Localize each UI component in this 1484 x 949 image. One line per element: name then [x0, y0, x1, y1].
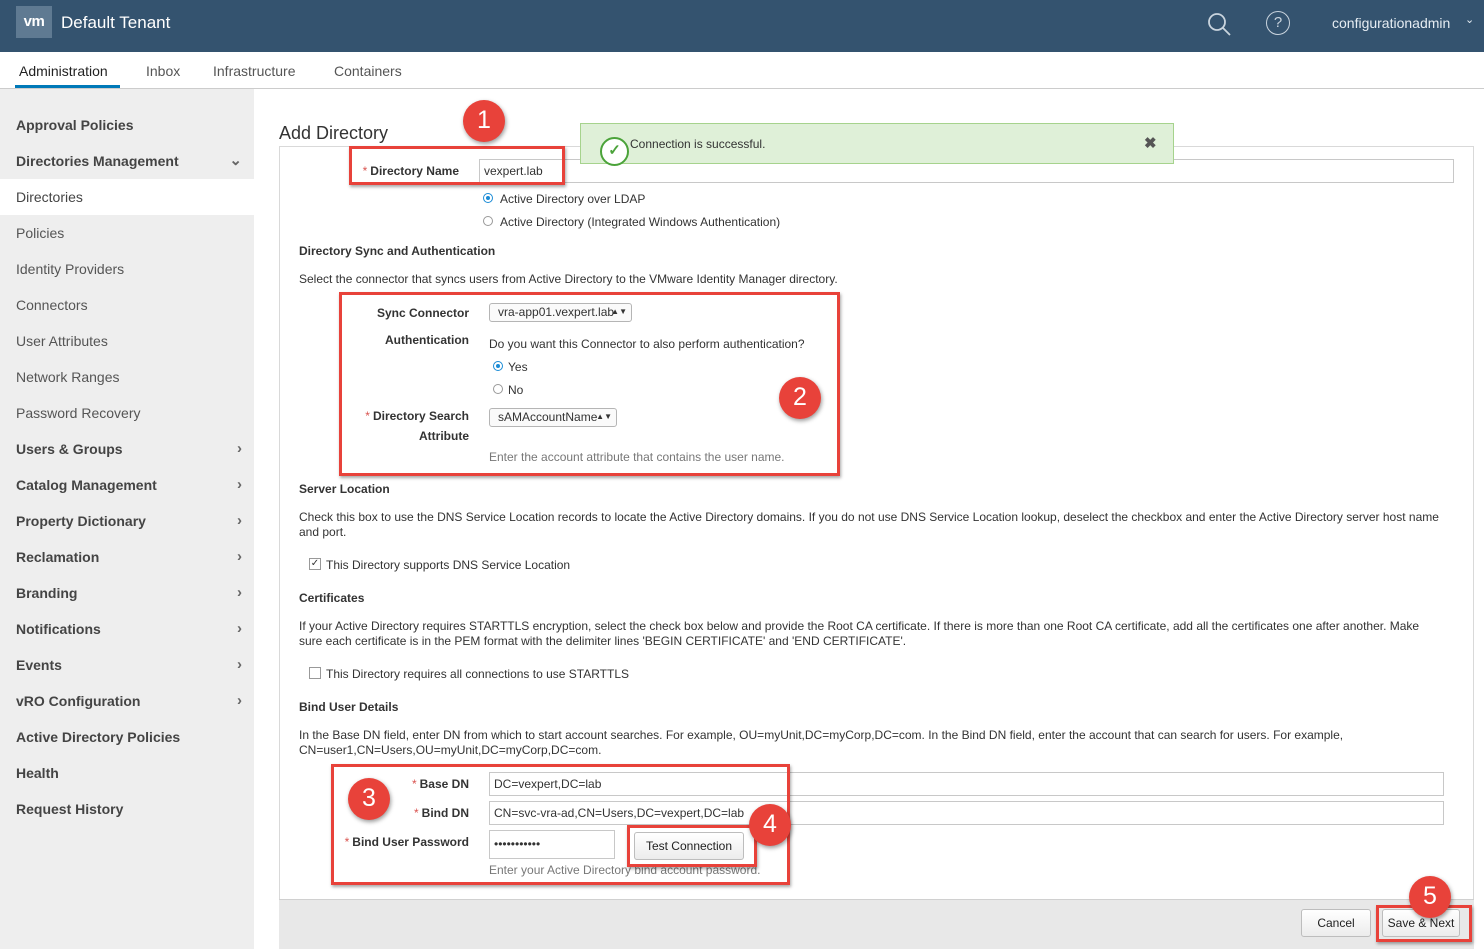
bind-password-input[interactable]: ••••••••••• [489, 830, 615, 859]
radio-ldap[interactable] [483, 193, 493, 203]
chevron-right-icon: › [237, 512, 242, 529]
tenant-name: Default Tenant [61, 13, 171, 32]
radio-auth-no-label: No [508, 383, 524, 397]
certificates-description: If your Active Directory requires STARTT… [299, 619, 1420, 633]
radio-auth-yes-label: Yes [508, 360, 528, 374]
search-icon[interactable] [1206, 11, 1232, 37]
user-menu[interactable]: configurationadmin [1332, 15, 1450, 31]
authentication-label: Authentication [385, 333, 469, 347]
radio-auth-no[interactable] [493, 384, 503, 394]
server-location-description-line2: and port. [299, 525, 347, 539]
help-icon[interactable]: ? [1266, 11, 1290, 35]
bind-password-label: * Bind User Password [344, 835, 469, 849]
page-title: Add Directory [279, 123, 389, 143]
server-location-heading: Server Location [299, 482, 390, 496]
sidebar-item-events[interactable]: Events › [0, 647, 254, 683]
sidebar-item-vro-configuration[interactable]: vRO Configuration › [0, 683, 254, 719]
form-footer [279, 899, 1474, 949]
tab-administration[interactable]: Administration [19, 63, 108, 79]
directory-search-attribute-label-line2: Attribute [419, 429, 469, 443]
sync-section-description: Select the connector that syncs users fr… [299, 272, 838, 286]
chevron-right-icon: › [237, 548, 242, 565]
sync-section-heading: Directory Sync and Authentication [299, 244, 496, 258]
sidebar-item-password-recovery[interactable]: Password Recovery [0, 395, 254, 431]
sidebar-item-approval-policies[interactable]: Approval Policies [0, 107, 254, 143]
radio-ldap-label: Active Directory over LDAP [500, 192, 646, 206]
active-tab-indicator [15, 85, 120, 88]
chevron-down-icon: ⌄ [229, 152, 242, 169]
chevron-right-icon: › [237, 656, 242, 673]
close-icon[interactable]: ✖ [1144, 134, 1157, 152]
sidebar-item-identity-providers[interactable]: Identity Providers [0, 251, 254, 287]
add-directory-form [279, 146, 1474, 948]
sync-connector-select[interactable]: vra-app01.vexpert.lab ▲▼ [489, 303, 632, 322]
chevron-right-icon: › [237, 692, 242, 709]
radio-iwa[interactable] [483, 216, 493, 226]
starttls-checkbox[interactable] [309, 667, 321, 679]
annotation-badge-4: 4 [749, 804, 791, 846]
chevron-down-icon[interactable]: ⌄ [1465, 13, 1474, 26]
cancel-button[interactable]: Cancel [1301, 909, 1371, 937]
sidebar-item-user-attributes[interactable]: User Attributes [0, 323, 254, 359]
sidebar-item-health[interactable]: Health [0, 755, 254, 791]
annotation-badge-1: 1 [463, 100, 505, 142]
select-arrows-icon: ▲▼ [596, 412, 612, 421]
starttls-label: This Directory requires all connections … [326, 667, 630, 681]
vmware-logo: vm [16, 6, 52, 38]
auth-question: Do you want this Connector to also perfo… [489, 337, 805, 351]
dns-service-location-checkbox[interactable]: ✓ [309, 558, 321, 570]
sidebar-item-reclamation[interactable]: Reclamation › [0, 539, 254, 575]
tab-containers[interactable]: Containers [334, 63, 402, 79]
sidebar-item-directories-management[interactable]: Directories Management ⌄ [0, 143, 254, 179]
chevron-right-icon: › [237, 440, 242, 457]
sidebar-item-catalog-management[interactable]: Catalog Management › [0, 467, 254, 503]
tab-infrastructure[interactable]: Infrastructure [213, 63, 295, 79]
sidebar-item-branding[interactable]: Branding › [0, 575, 254, 611]
bind-password-hint: Enter your Active Directory bind account… [489, 863, 761, 877]
chevron-right-icon: › [237, 620, 242, 637]
top-header: vm Default Tenant ? configurationadmin ⌄ [0, 0, 1484, 52]
sync-connector-label: Sync Connector [376, 306, 469, 320]
bind-user-description-line2: CN=user1,CN=Users,OU=myUnit,DC=myCorp,DC… [299, 743, 602, 757]
certificates-description-line2: sure each certificate is in the PEM form… [299, 634, 907, 648]
sidebar-item-request-history[interactable]: Request History [0, 791, 254, 827]
bind-user-heading: Bind User Details [299, 700, 399, 714]
select-arrows-icon: ▲▼ [611, 307, 627, 316]
directory-name-label: * Directory Name [362, 164, 459, 178]
sidebar-item-connectors[interactable]: Connectors [0, 287, 254, 323]
radio-iwa-label: Active Directory (Integrated Windows Aut… [500, 215, 781, 229]
sidebar-item-notifications[interactable]: Notifications › [0, 611, 254, 647]
success-toast: ✓ Connection is successful. ✖ [580, 123, 1174, 166]
annotation-badge-3: 3 [348, 778, 390, 820]
certificates-heading: Certificates [299, 591, 365, 605]
directory-search-attribute-label: * Directory Search [365, 409, 469, 423]
sidebar-item-users-groups[interactable]: Users & Groups › [0, 431, 254, 467]
sidebar-item-property-dictionary[interactable]: Property Dictionary › [0, 503, 254, 539]
bind-user-description: In the Base DN field, enter DN from whic… [299, 728, 1344, 742]
directory-search-attribute-select[interactable]: sAMAccountName ▲▼ [489, 408, 617, 427]
chevron-right-icon: › [237, 476, 242, 493]
bind-dn-input[interactable]: CN=svc-vra-ad,CN=Users,DC=vexpert,DC=lab [489, 801, 1444, 825]
base-dn-input[interactable]: DC=vexpert,DC=lab [489, 772, 1444, 796]
chevron-right-icon: › [237, 584, 242, 601]
sidebar-item-active-directory-policies[interactable]: Active Directory Policies [0, 719, 254, 755]
annotation-badge-5: 5 [1409, 876, 1451, 918]
sidebar-item-policies[interactable]: Policies [0, 215, 254, 251]
tab-inbox[interactable]: Inbox [146, 63, 180, 79]
sidebar-item-network-ranges[interactable]: Network Ranges [0, 359, 254, 395]
annotation-badge-2: 2 [779, 377, 821, 419]
search-attribute-hint: Enter the account attribute that contain… [489, 450, 785, 464]
radio-auth-yes[interactable] [493, 361, 503, 371]
main-tabs: Administration Inbox Infrastructure Cont… [0, 52, 1484, 89]
server-location-description: Check this box to use the DNS Service Lo… [299, 510, 1439, 524]
test-connection-button[interactable]: Test Connection [634, 832, 744, 860]
sidebar: Approval Policies Directories Management… [0, 89, 254, 949]
dns-service-location-label: This Directory supports DNS Service Loca… [326, 558, 571, 572]
sidebar-item-directories[interactable]: Directories [0, 179, 254, 215]
check-circle-icon: ✓ [600, 137, 629, 166]
toast-message: Connection is successful. [630, 137, 766, 151]
